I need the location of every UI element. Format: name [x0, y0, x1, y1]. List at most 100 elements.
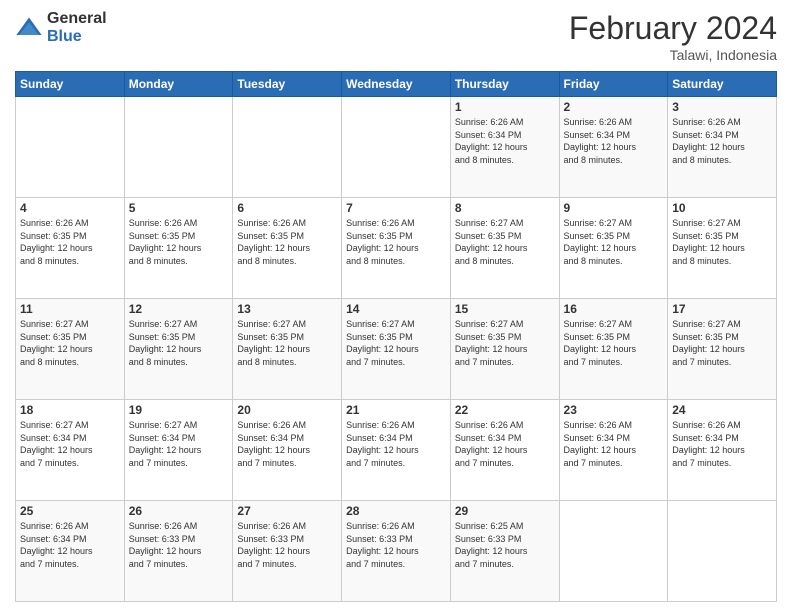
- day-info: Sunrise: 6:27 AM Sunset: 6:35 PM Dayligh…: [129, 318, 229, 368]
- day-info: Sunrise: 6:25 AM Sunset: 6:33 PM Dayligh…: [455, 520, 555, 570]
- day-info: Sunrise: 6:27 AM Sunset: 6:35 PM Dayligh…: [346, 318, 446, 368]
- calendar-cell: 21 Sunrise: 6:26 AM Sunset: 6:34 PM Dayli…: [342, 400, 451, 501]
- day-info: Sunrise: 6:27 AM Sunset: 6:35 PM Dayligh…: [455, 217, 555, 267]
- day-info: Sunrise: 6:27 AM Sunset: 6:34 PM Dayligh…: [129, 419, 229, 469]
- calendar-cell: 19Sunrise: 6:27 AM Sunset: 6:34 PM Dayli…: [124, 400, 233, 501]
- day-number: 8: [455, 201, 555, 215]
- calendar-cell: 13Sunrise: 6:27 AM Sunset: 6:35 PM Dayli…: [233, 299, 342, 400]
- day-number: 3: [672, 100, 772, 114]
- subtitle: Talawi, Indonesia: [569, 47, 777, 63]
- calendar-cell: 25 Sunrise: 6:26 AM Sunset: 6:34 PM Dayli…: [16, 501, 125, 602]
- day-number: 7: [346, 201, 446, 215]
- day-info: Sunrise: 6:27 AM Sunset: 6:35 PM Dayligh…: [455, 318, 555, 368]
- day-number: 27: [237, 504, 337, 518]
- day-info: Sunrise: 6:26 AM Sunset: 6:33 PM Dayligh…: [237, 520, 337, 570]
- day-info: Sunrise: 6:27 AM Sunset: 6:35 PM Dayligh…: [564, 217, 664, 267]
- calendar-cell: 4 Sunrise: 6:26 AM Sunset: 6:35 PM Daylig…: [16, 198, 125, 299]
- day-number: 4: [20, 201, 120, 215]
- calendar-week-row: 18 Sunrise: 6:27 AM Sunset: 6:34 PM Dayli…: [16, 400, 777, 501]
- calendar-day-header: Friday: [559, 72, 668, 97]
- calendar-day-header: Sunday: [16, 72, 125, 97]
- calendar-week-row: 25 Sunrise: 6:26 AM Sunset: 6:34 PM Dayli…: [16, 501, 777, 602]
- calendar-cell: 20Sunrise: 6:26 AM Sunset: 6:34 PM Dayli…: [233, 400, 342, 501]
- day-number: 10: [672, 201, 772, 215]
- calendar-day-header: Tuesday: [233, 72, 342, 97]
- day-info: Sunrise: 6:26 AM Sunset: 6:33 PM Dayligh…: [129, 520, 229, 570]
- calendar-cell: 14 Sunrise: 6:27 AM Sunset: 6:35 PM Dayli…: [342, 299, 451, 400]
- header: General Blue February 2024 Talawi, Indon…: [15, 10, 777, 63]
- calendar-cell: [16, 97, 125, 198]
- day-info: Sunrise: 6:26 AM Sunset: 6:34 PM Dayligh…: [564, 419, 664, 469]
- calendar-cell: 6 Sunrise: 6:26 AM Sunset: 6:35 PM Daylig…: [233, 198, 342, 299]
- calendar-cell: 27 Sunrise: 6:26 AM Sunset: 6:33 PM Dayli…: [233, 501, 342, 602]
- calendar-cell: [233, 97, 342, 198]
- page: General Blue February 2024 Talawi, Indon…: [0, 0, 792, 612]
- day-info: Sunrise: 6:26 AM Sunset: 6:34 PM Dayligh…: [237, 419, 337, 469]
- day-info: Sunrise: 6:26 AM Sunset: 6:34 PM Dayligh…: [346, 419, 446, 469]
- day-number: 9: [564, 201, 664, 215]
- calendar-cell: 24 Sunrise: 6:26 AM Sunset: 6:34 PM Dayli…: [668, 400, 777, 501]
- calendar-cell: 9 Sunrise: 6:27 AM Sunset: 6:35 PM Daylig…: [559, 198, 668, 299]
- logo-icon: [15, 14, 43, 42]
- day-info: Sunrise: 6:27 AM Sunset: 6:35 PM Dayligh…: [672, 217, 772, 267]
- day-number: 26: [129, 504, 229, 518]
- calendar-day-header: Saturday: [668, 72, 777, 97]
- calendar-header-row: SundayMondayTuesdayWednesdayThursdayFrid…: [16, 72, 777, 97]
- day-number: 15: [455, 302, 555, 316]
- calendar-cell: [559, 501, 668, 602]
- calendar-cell: [124, 97, 233, 198]
- day-number: 21: [346, 403, 446, 417]
- day-info: Sunrise: 6:26 AM Sunset: 6:35 PM Dayligh…: [129, 217, 229, 267]
- calendar-table: SundayMondayTuesdayWednesdayThursdayFrid…: [15, 71, 777, 602]
- day-info: Sunrise: 6:27 AM Sunset: 6:35 PM Dayligh…: [564, 318, 664, 368]
- calendar-cell: 12 Sunrise: 6:27 AM Sunset: 6:35 PM Dayli…: [124, 299, 233, 400]
- day-info: Sunrise: 6:26 AM Sunset: 6:33 PM Dayligh…: [346, 520, 446, 570]
- day-info: Sunrise: 6:26 AM Sunset: 6:34 PM Dayligh…: [20, 520, 120, 570]
- day-info: Sunrise: 6:26 AM Sunset: 6:34 PM Dayligh…: [455, 116, 555, 166]
- calendar-cell: [668, 501, 777, 602]
- logo: General Blue: [15, 10, 107, 45]
- day-number: 11: [20, 302, 120, 316]
- day-info: Sunrise: 6:26 AM Sunset: 6:35 PM Dayligh…: [237, 217, 337, 267]
- calendar-week-row: 4 Sunrise: 6:26 AM Sunset: 6:35 PM Daylig…: [16, 198, 777, 299]
- day-info: Sunrise: 6:26 AM Sunset: 6:34 PM Dayligh…: [564, 116, 664, 166]
- day-number: 23: [564, 403, 664, 417]
- calendar-cell: 22 Sunrise: 6:26 AM Sunset: 6:34 PM Dayli…: [450, 400, 559, 501]
- day-info: Sunrise: 6:27 AM Sunset: 6:35 PM Dayligh…: [237, 318, 337, 368]
- day-number: 6: [237, 201, 337, 215]
- logo-blue-text: Blue: [47, 28, 107, 46]
- calendar-cell: 26 Sunrise: 6:26 AM Sunset: 6:33 PM Dayli…: [124, 501, 233, 602]
- day-number: 24: [672, 403, 772, 417]
- calendar-cell: 3 Sunrise: 6:26 AM Sunset: 6:34 PM Daylig…: [668, 97, 777, 198]
- day-info: Sunrise: 6:26 AM Sunset: 6:35 PM Dayligh…: [20, 217, 120, 267]
- day-number: 18: [20, 403, 120, 417]
- main-title: February 2024: [569, 10, 777, 47]
- calendar-cell: 28 Sunrise: 6:26 AM Sunset: 6:33 PM Dayli…: [342, 501, 451, 602]
- day-info: Sunrise: 6:27 AM Sunset: 6:34 PM Dayligh…: [20, 419, 120, 469]
- calendar-week-row: 1Sunrise: 6:26 AM Sunset: 6:34 PM Daylig…: [16, 97, 777, 198]
- day-number: 12: [129, 302, 229, 316]
- day-number: 22: [455, 403, 555, 417]
- calendar-day-header: Monday: [124, 72, 233, 97]
- day-info: Sunrise: 6:26 AM Sunset: 6:34 PM Dayligh…: [455, 419, 555, 469]
- day-info: Sunrise: 6:26 AM Sunset: 6:34 PM Dayligh…: [672, 116, 772, 166]
- day-number: 16: [564, 302, 664, 316]
- day-number: 14: [346, 302, 446, 316]
- day-number: 17: [672, 302, 772, 316]
- day-info: Sunrise: 6:26 AM Sunset: 6:34 PM Dayligh…: [672, 419, 772, 469]
- calendar-cell: [342, 97, 451, 198]
- day-number: 25: [20, 504, 120, 518]
- calendar-cell: 18 Sunrise: 6:27 AM Sunset: 6:34 PM Dayli…: [16, 400, 125, 501]
- calendar-cell: 2Sunrise: 6:26 AM Sunset: 6:34 PM Daylig…: [559, 97, 668, 198]
- day-number: 5: [129, 201, 229, 215]
- logo-text: General Blue: [47, 10, 107, 45]
- title-block: February 2024 Talawi, Indonesia: [569, 10, 777, 63]
- calendar-cell: 16 Sunrise: 6:27 AM Sunset: 6:35 PM Dayli…: [559, 299, 668, 400]
- day-number: 28: [346, 504, 446, 518]
- calendar-cell: 7Sunrise: 6:26 AM Sunset: 6:35 PM Daylig…: [342, 198, 451, 299]
- calendar-cell: 10 Sunrise: 6:27 AM Sunset: 6:35 PM Dayli…: [668, 198, 777, 299]
- day-number: 29: [455, 504, 555, 518]
- calendar-cell: 17 Sunrise: 6:27 AM Sunset: 6:35 PM Dayli…: [668, 299, 777, 400]
- day-info: Sunrise: 6:27 AM Sunset: 6:35 PM Dayligh…: [672, 318, 772, 368]
- calendar-day-header: Wednesday: [342, 72, 451, 97]
